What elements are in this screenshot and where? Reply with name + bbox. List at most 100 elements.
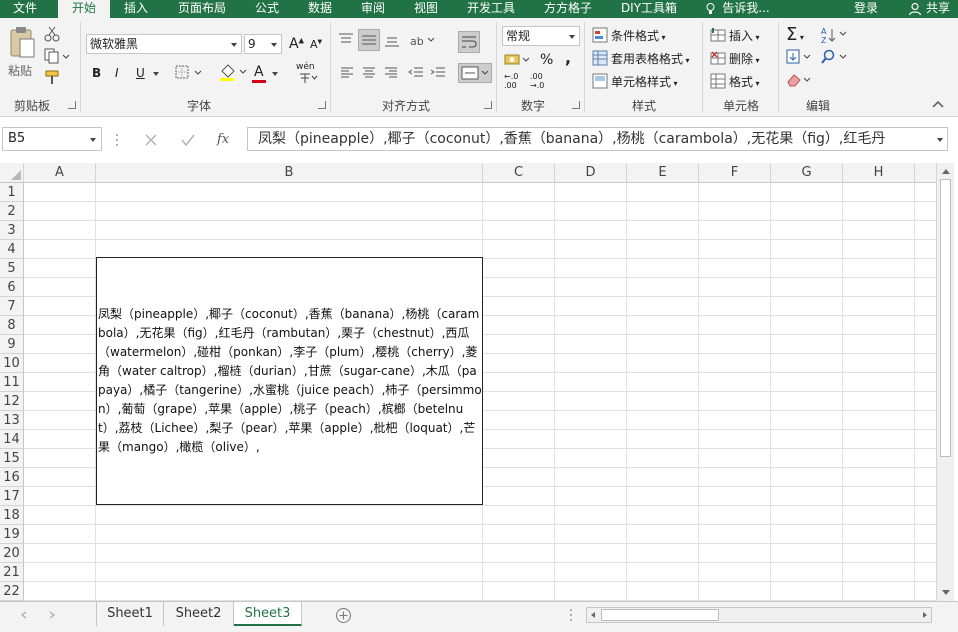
cell-styles-button[interactable]: 单元格样式 ▾ bbox=[592, 73, 678, 90]
align-center-icon[interactable] bbox=[362, 66, 376, 80]
row-header[interactable]: 20 bbox=[0, 544, 24, 563]
insert-function-button[interactable]: fx bbox=[217, 132, 229, 147]
scroll-left-icon[interactable] bbox=[589, 611, 597, 619]
chevron-down-icon[interactable] bbox=[272, 72, 278, 76]
delete-cells-button[interactable]: 删除 ▾ bbox=[710, 50, 760, 67]
row-header[interactable]: 16 bbox=[0, 468, 24, 487]
add-sheet-icon[interactable] bbox=[335, 607, 352, 624]
border-icon[interactable] bbox=[175, 65, 203, 81]
cell-b5[interactable]: 凤梨（pineapple）,椰子（coconut）,香蕉（banana）,杨桃（… bbox=[96, 257, 483, 505]
row-header[interactable]: 19 bbox=[0, 525, 24, 544]
row-header[interactable]: 7 bbox=[0, 297, 24, 316]
clipboard-launcher-icon[interactable] bbox=[68, 101, 76, 109]
chevron-down-icon[interactable] bbox=[153, 72, 159, 76]
fill-icon[interactable] bbox=[786, 49, 814, 65]
next-sheet-icon[interactable] bbox=[48, 611, 56, 619]
vertical-scrollbar[interactable] bbox=[936, 163, 954, 601]
column-header-c[interactable]: C bbox=[483, 163, 555, 183]
cut-icon[interactable] bbox=[44, 26, 62, 42]
insert-cells-button[interactable]: 插入 ▾ bbox=[710, 27, 760, 44]
shrink-font-button[interactable]: A▼ bbox=[310, 38, 322, 51]
enter-icon[interactable] bbox=[180, 133, 196, 147]
cancel-icon[interactable] bbox=[144, 133, 158, 147]
number-format-select[interactable]: 常规 bbox=[502, 26, 580, 46]
row-header[interactable]: 15 bbox=[0, 449, 24, 468]
align-top-icon[interactable] bbox=[338, 32, 354, 46]
row-header[interactable]: 5 bbox=[0, 259, 24, 278]
align-left-icon[interactable] bbox=[340, 66, 354, 80]
tab-tell-me[interactable]: 告诉我... bbox=[700, 0, 778, 18]
percent-button[interactable]: % bbox=[540, 52, 553, 68]
tab-split-handle-icon[interactable] bbox=[568, 608, 574, 622]
orientation-icon[interactable]: ab bbox=[410, 32, 436, 48]
row-header[interactable]: 9 bbox=[0, 335, 24, 354]
row-header[interactable]: 3 bbox=[0, 221, 24, 240]
row-header[interactable]: 18 bbox=[0, 506, 24, 525]
tab-home[interactable]: 开始 bbox=[58, 0, 110, 18]
font-launcher-icon[interactable] bbox=[318, 101, 326, 109]
font-name-select[interactable]: 微软雅黑 bbox=[86, 34, 242, 54]
tab-review[interactable]: 审阅 bbox=[351, 0, 395, 18]
underline-button[interactable]: U bbox=[136, 66, 145, 80]
tab-fangfange[interactable]: 方方格子 bbox=[536, 0, 600, 18]
align-middle-button[interactable] bbox=[358, 29, 380, 51]
phonetic-button[interactable]: wén bbox=[296, 62, 315, 72]
paste-button[interactable] bbox=[8, 26, 36, 60]
row-header[interactable]: 13 bbox=[0, 411, 24, 430]
column-header-g[interactable]: G bbox=[771, 163, 843, 183]
scroll-right-icon[interactable] bbox=[921, 611, 929, 619]
bold-button[interactable]: B bbox=[92, 66, 101, 80]
find-select-icon[interactable] bbox=[820, 49, 850, 65]
scroll-down-icon[interactable] bbox=[941, 589, 951, 597]
vertical-scroll-thumb[interactable] bbox=[940, 179, 951, 457]
row-header[interactable]: 10 bbox=[0, 354, 24, 373]
format-cells-button[interactable]: 格式 ▾ bbox=[710, 73, 760, 90]
prev-sheet-icon[interactable] bbox=[20, 611, 28, 619]
collapse-ribbon-icon[interactable] bbox=[932, 100, 944, 108]
row-header[interactable]: 12 bbox=[0, 392, 24, 411]
column-header-e[interactable]: E bbox=[627, 163, 699, 183]
font-color-button[interactable]: A bbox=[254, 64, 264, 80]
align-bottom-icon[interactable] bbox=[384, 34, 400, 48]
increase-indent-icon[interactable] bbox=[430, 66, 446, 80]
format-as-table-button[interactable]: 套用表格格式 ▾ bbox=[592, 50, 690, 67]
scroll-up-icon[interactable] bbox=[941, 167, 951, 175]
decrease-decimal-button[interactable]: .00 →.0 bbox=[530, 72, 544, 90]
row-header[interactable]: 11 bbox=[0, 373, 24, 392]
column-header-a[interactable]: A bbox=[24, 163, 96, 183]
row-header[interactable]: 17 bbox=[0, 487, 24, 506]
clear-icon[interactable] bbox=[786, 72, 814, 88]
row-header[interactable]: 4 bbox=[0, 240, 24, 259]
merge-center-button[interactable] bbox=[458, 63, 492, 83]
column-header-h[interactable]: H bbox=[843, 163, 915, 183]
row-header[interactable]: 8 bbox=[0, 316, 24, 335]
horizontal-scrollbar[interactable] bbox=[586, 607, 932, 623]
wrap-text-button[interactable] bbox=[458, 31, 480, 53]
share-button[interactable]: 共享 bbox=[908, 0, 950, 18]
select-all-button[interactable] bbox=[0, 163, 24, 183]
alignment-launcher-icon[interactable] bbox=[484, 101, 492, 109]
row-header[interactable]: 2 bbox=[0, 202, 24, 221]
tab-file[interactable]: 文件 bbox=[0, 0, 50, 18]
align-right-icon[interactable] bbox=[384, 66, 398, 80]
format-painter-icon[interactable] bbox=[44, 70, 62, 86]
autosum-button[interactable]: Σ ▾ bbox=[786, 24, 804, 45]
tab-formulas[interactable]: 公式 bbox=[245, 0, 289, 18]
tab-diy-toolbox[interactable]: DIY工具箱 bbox=[612, 0, 686, 18]
sheet-tab-2[interactable]: Sheet2 bbox=[164, 602, 234, 626]
column-header-i[interactable] bbox=[915, 163, 936, 183]
column-header-b[interactable]: B bbox=[96, 163, 483, 183]
row-header[interactable]: 14 bbox=[0, 430, 24, 449]
copy-icon[interactable] bbox=[44, 48, 70, 64]
tab-page-layout[interactable]: 页面布局 bbox=[170, 0, 234, 18]
tab-developer[interactable]: 开发工具 bbox=[458, 0, 524, 18]
column-header-f[interactable]: F bbox=[699, 163, 771, 183]
italic-button[interactable]: I bbox=[115, 66, 119, 80]
row-header[interactable]: 21 bbox=[0, 563, 24, 582]
tab-view[interactable]: 视图 bbox=[404, 0, 448, 18]
sheet-tab-3[interactable]: Sheet3 bbox=[234, 602, 302, 626]
row-header[interactable]: 22 bbox=[0, 582, 24, 601]
worksheet-grid[interactable]: A B C D E F G H 1 2 3 4 5 6 7 8 9 10 11 12 13 14 15 16 1… bbox=[0, 163, 936, 601]
accounting-format-icon[interactable] bbox=[504, 52, 532, 68]
decrease-indent-icon[interactable] bbox=[408, 66, 424, 80]
